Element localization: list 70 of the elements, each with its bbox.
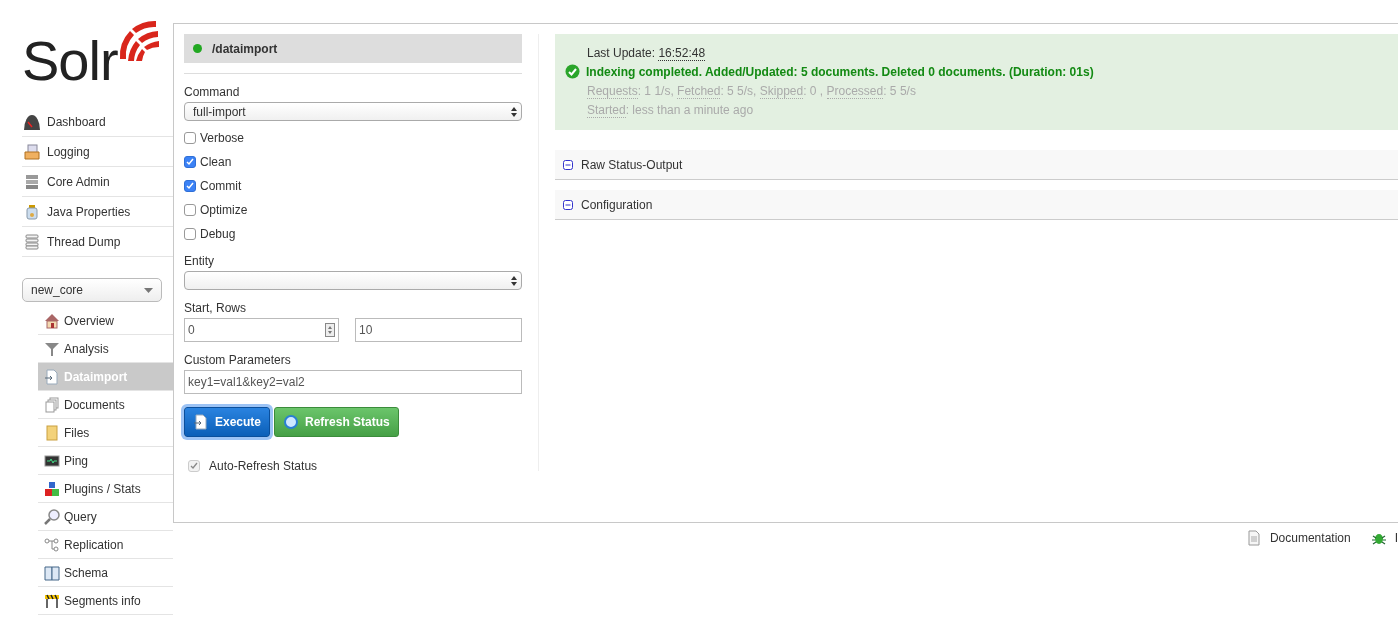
barrier-icon [44, 592, 60, 609]
book-icon [44, 564, 60, 581]
rows-field[interactable]: 10 [355, 318, 522, 342]
document-arrow-icon [193, 414, 209, 430]
gauge-icon [24, 113, 40, 130]
spinner-icon[interactable] [325, 323, 335, 337]
nav-item[interactable]: Thread Dump [22, 227, 173, 257]
nodes-icon [44, 536, 60, 553]
nav-item[interactable]: Ping [38, 447, 173, 475]
start-field[interactable]: 0 [184, 318, 339, 342]
nav-item[interactable]: Core Admin [22, 167, 173, 197]
checkbox-label: Debug [200, 226, 236, 243]
nav-item[interactable]: Query [38, 503, 173, 531]
status-message: Indexing completed. Added/Updated: 5 documents. Deleted 0 documents. (Duration: 01s) [586, 63, 1094, 81]
field-label: Command [184, 84, 241, 101]
checkbox[interactable] [184, 204, 196, 216]
last-update-text: Last Update: 16:52:48 [587, 44, 706, 62]
nav-item[interactable]: Overview [38, 307, 173, 335]
stack-icon [24, 233, 40, 250]
nav-item[interactable]: Files [38, 419, 173, 447]
server-stack-icon [24, 173, 40, 190]
checkbox-label: Commit [200, 178, 242, 195]
command-select[interactable]: full-import [184, 102, 522, 121]
page-icon [1245, 530, 1262, 546]
check-circle-icon [565, 64, 580, 79]
funnel-icon [44, 340, 60, 357]
nav-item[interactable]: Documents [38, 391, 173, 419]
blocks-icon [44, 480, 60, 497]
magnifier-icon [44, 508, 60, 525]
checkbox-label: Clean [200, 154, 232, 171]
handler-title: /dataimport [212, 40, 278, 58]
house-icon [44, 312, 60, 329]
section-header[interactable]: Configuration [555, 190, 1398, 220]
field-label: Custom Parameters [184, 352, 292, 369]
sort-arrows-icon [511, 275, 517, 286]
started-text: Started: less than a minute ago [587, 101, 754, 119]
folder-icon [44, 424, 60, 441]
field-label: Start, Rows [184, 300, 247, 317]
core-selector[interactable]: new_core [22, 278, 162, 302]
nav-item[interactable]: Dashboard [22, 107, 173, 137]
document-arrow-icon [44, 368, 60, 385]
logo-text: Solr [22, 33, 118, 89]
status-dot-icon [193, 44, 202, 53]
caret-icon [144, 287, 153, 293]
jar-icon [24, 203, 40, 220]
checkbox[interactable] [184, 156, 196, 168]
field-label: Entity [184, 253, 215, 270]
sort-arrows-icon [511, 106, 517, 117]
stats-text: Requests: 1 1/s, Fetched: 5 5/s, Skipped: 0 , Processed: 5 5/s [587, 82, 916, 100]
documents-icon [44, 396, 60, 413]
nav-item[interactable]: Segments info [38, 587, 173, 615]
checkbox[interactable] [184, 228, 196, 240]
checkbox[interactable] [184, 132, 196, 144]
custom-parameters-field[interactable]: key1=val1&key2=val2 [184, 370, 522, 394]
nav-item[interactable]: Plugins / Stats [38, 475, 173, 503]
checkbox-label: Optimize [200, 202, 248, 219]
entity-select[interactable] [184, 271, 522, 290]
footer-link[interactable]: I [1370, 529, 1398, 547]
execute-button[interactable]: Execute [184, 407, 271, 437]
footer-link[interactable]: Documentation [1245, 529, 1351, 547]
tray-icon [24, 143, 40, 160]
checkbox-label: Auto-Refresh Status [209, 458, 318, 475]
nav-item[interactable]: Java Properties [22, 197, 173, 227]
monitor-icon [44, 452, 60, 469]
checkbox-label: Verbose [200, 130, 245, 147]
nav-item[interactable]: Logging [22, 137, 173, 167]
nav-item[interactable]: Replication [38, 531, 173, 559]
checkbox[interactable] [184, 180, 196, 192]
nav-item[interactable]: Schema [38, 559, 173, 587]
section-header[interactable]: Raw Status-Output [555, 150, 1398, 180]
